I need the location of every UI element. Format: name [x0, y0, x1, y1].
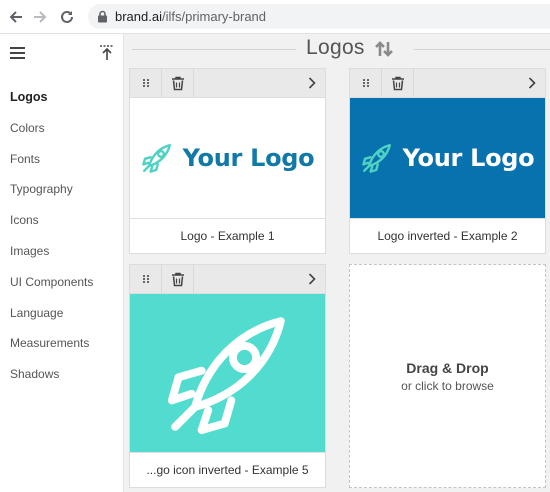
rocket-icon	[361, 144, 391, 173]
sidebar-item-shadows[interactable]: Shadows	[0, 363, 124, 394]
card-caption: Logo inverted - Example 2	[350, 218, 545, 253]
delete-button[interactable]	[162, 265, 194, 293]
card-toolbar	[130, 265, 325, 294]
drag-handle[interactable]	[130, 265, 162, 293]
sort-button[interactable]	[374, 40, 394, 58]
logo: Your Logo	[141, 142, 315, 174]
sidebar-item-measurements[interactable]: Measurements	[0, 332, 124, 363]
page-title: Logos	[306, 36, 365, 59]
back-button[interactable]	[6, 7, 26, 27]
drag-dots-icon	[142, 275, 149, 283]
url-path: /ilfs/primary-brand	[161, 9, 267, 24]
card-caption: ...go icon inverted - Example 5	[130, 452, 325, 487]
logo: Your Logo	[361, 142, 535, 174]
hamburger-icon	[10, 47, 25, 59]
chevron-right-icon	[308, 77, 316, 89]
logo-wordmark: Your Logo	[402, 144, 535, 172]
drag-dots-icon	[142, 79, 149, 87]
sidebar-item-language[interactable]: Language	[0, 302, 124, 333]
dropzone-subtitle: or click to browse	[401, 378, 494, 393]
menu-button[interactable]	[10, 46, 28, 60]
trash-icon	[391, 76, 404, 90]
sidebar-item-colors[interactable]: Colors	[0, 117, 124, 148]
sidebar-item-logos[interactable]: Logos	[0, 86, 124, 117]
arrow-left-icon	[9, 11, 22, 23]
page-header: Logos	[124, 34, 550, 64]
sidebar-item-ui-components[interactable]: UI Components	[0, 271, 124, 302]
logo-card[interactable]: Your Logo Logo inverted - Example 2	[349, 68, 546, 254]
open-button[interactable]	[519, 69, 545, 97]
address-bar[interactable]: brand.ai/ilfs/primary-brand	[88, 4, 550, 29]
sidebar-item-images[interactable]: Images	[0, 240, 124, 271]
sidebar-item-icons[interactable]: Icons	[0, 209, 124, 240]
card-caption: Logo - Example 1	[130, 218, 325, 253]
sidebar-nav: Logos Colors Fonts Typography Icons Imag…	[0, 86, 124, 394]
browser-toolbar: brand.ai/ilfs/primary-brand	[0, 0, 550, 34]
sort-arrows-icon	[375, 41, 393, 57]
collapse-button[interactable]	[98, 44, 116, 62]
upload-dropzone[interactable]: Drag & Drop or click to browse	[349, 264, 546, 488]
sidebar-item-typography[interactable]: Typography	[0, 178, 124, 209]
header-divider-left	[132, 49, 296, 50]
url-text: brand.ai/ilfs/primary-brand	[115, 9, 266, 24]
rocket-icon	[141, 144, 171, 173]
delete-button[interactable]	[382, 69, 414, 97]
card-toolbar	[350, 69, 545, 98]
url-host: brand.ai	[115, 9, 162, 24]
forward-button[interactable]	[30, 7, 50, 27]
logo-card[interactable]: ...go icon inverted - Example 5	[129, 264, 326, 488]
dropzone-title: Drag & Drop	[406, 359, 489, 376]
arrow-right-icon	[34, 11, 47, 23]
lock-icon	[98, 10, 107, 23]
open-button[interactable]	[299, 69, 325, 97]
sidebar: Logos Colors Fonts Typography Icons Imag…	[0, 34, 124, 492]
chevron-right-icon	[308, 273, 316, 285]
drag-dots-icon	[362, 79, 369, 87]
logo-preview	[130, 294, 325, 453]
delete-button[interactable]	[162, 69, 194, 97]
trash-icon	[171, 272, 184, 286]
logo-preview: Your Logo	[350, 98, 545, 218]
sidebar-item-fonts[interactable]: Fonts	[0, 148, 124, 179]
logo-card[interactable]: Your Logo Logo - Example 1	[129, 68, 326, 254]
drag-handle[interactable]	[130, 69, 162, 97]
logo-wordmark: Your Logo	[182, 144, 315, 172]
reload-button[interactable]	[57, 7, 77, 27]
collapse-up-icon	[100, 45, 114, 60]
drag-handle[interactable]	[350, 69, 382, 97]
rocket-icon	[167, 316, 285, 434]
logo-preview: Your Logo	[130, 98, 325, 218]
chevron-right-icon	[528, 77, 536, 89]
reload-icon	[61, 10, 73, 23]
trash-icon	[171, 76, 184, 90]
open-button[interactable]	[299, 265, 325, 293]
header-divider-right	[414, 49, 550, 50]
card-toolbar	[130, 69, 325, 98]
